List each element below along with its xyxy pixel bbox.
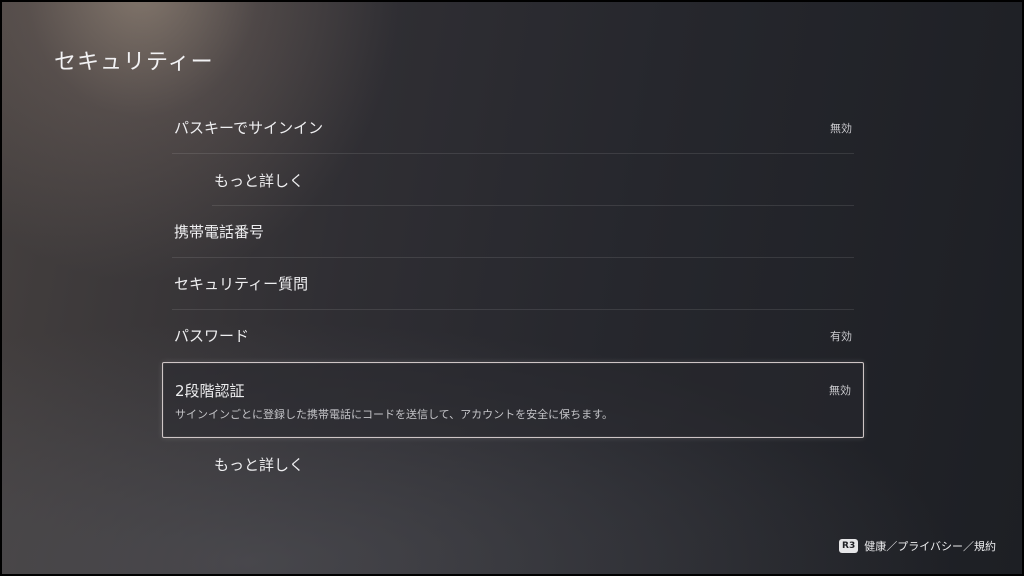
footer-hint[interactable]: R3 健康／プライバシー／規約: [839, 538, 996, 554]
two-step-verification-label: 2段階認証: [175, 382, 245, 400]
passkey-signin-row[interactable]: パスキーでサインイン 無効: [162, 102, 864, 154]
password-row[interactable]: パスワード 有効: [162, 310, 864, 362]
two-step-learn-more-label: もっと詳しく: [214, 456, 305, 474]
passkey-signin-label: パスキーでサインイン: [174, 119, 324, 137]
r3-button-icon: R3: [839, 539, 859, 553]
footer-hint-label: 健康／プライバシー／規約: [864, 540, 996, 553]
passkey-signin-status: 無効: [830, 122, 852, 135]
password-status: 有効: [830, 330, 852, 343]
two-step-learn-more-row[interactable]: もっと詳しく: [162, 438, 864, 490]
two-step-verification-status: 無効: [829, 384, 851, 397]
two-step-verification-row[interactable]: 2段階認証 無効 サインインごとに登録した携帯電話にコードを送信して、アカウント…: [162, 362, 864, 438]
passkey-learn-more-label: もっと詳しく: [214, 172, 305, 190]
settings-screen: セキュリティー パスキーでサインイン 無効 もっと詳しく 携帯電話番号 セキュリ…: [2, 2, 1022, 574]
page-title: セキュリティー: [54, 50, 214, 75]
mobile-phone-row[interactable]: 携帯電話番号: [162, 206, 864, 258]
password-label: パスワード: [174, 327, 250, 345]
two-step-verification-description: サインインごとに登録した携帯電話にコードを送信して、アカウントを安全に保ちます。: [175, 408, 614, 421]
security-question-label: セキュリティー質問: [174, 275, 309, 293]
security-question-row[interactable]: セキュリティー質問: [162, 258, 864, 310]
passkey-learn-more-row[interactable]: もっと詳しく: [162, 154, 864, 206]
settings-list: パスキーでサインイン 無効 もっと詳しく 携帯電話番号 セキュリティー質問 パス…: [162, 102, 864, 490]
mobile-phone-label: 携帯電話番号: [174, 223, 265, 241]
